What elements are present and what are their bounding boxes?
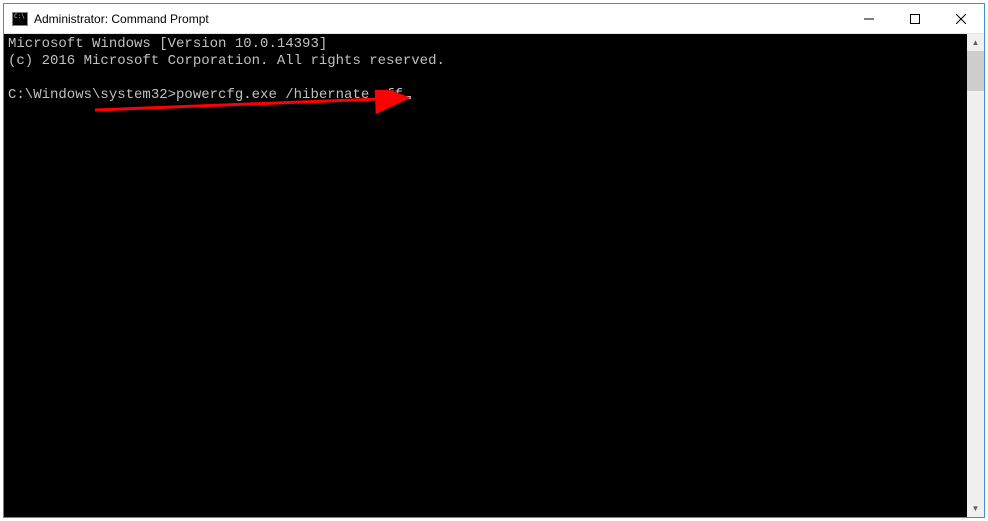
close-icon: [956, 14, 966, 24]
window-title: Administrator: Command Prompt: [34, 12, 846, 26]
window-controls: [846, 4, 984, 33]
terminal-output[interactable]: Microsoft Windows [Version 10.0.14393] (…: [4, 34, 967, 517]
minimize-button[interactable]: [846, 4, 892, 33]
scroll-up-button[interactable]: ▲: [967, 34, 984, 51]
vertical-scrollbar[interactable]: ▲ ▼: [967, 34, 984, 517]
command-text: powercfg.exe /hibernate off: [176, 87, 403, 103]
copyright-line: (c) 2016 Microsoft Corporation. All righ…: [8, 53, 445, 69]
arrow-down-icon: ▼: [972, 505, 980, 513]
scroll-down-button[interactable]: ▼: [967, 500, 984, 517]
text-cursor: [403, 96, 411, 99]
content-area: Microsoft Windows [Version 10.0.14393] (…: [4, 34, 984, 517]
scroll-thumb[interactable]: [967, 51, 984, 91]
command-prompt-window: Administrator: Command Prompt Microsoft …: [3, 3, 985, 518]
prompt-text: C:\Windows\system32>: [8, 87, 176, 103]
titlebar[interactable]: Administrator: Command Prompt: [4, 4, 984, 34]
close-button[interactable]: [938, 4, 984, 33]
maximize-button[interactable]: [892, 4, 938, 33]
minimize-icon: [864, 14, 874, 24]
version-line: Microsoft Windows [Version 10.0.14393]: [8, 36, 327, 52]
maximize-icon: [910, 14, 920, 24]
arrow-up-icon: ▲: [972, 39, 980, 47]
cmd-icon: [12, 12, 28, 26]
